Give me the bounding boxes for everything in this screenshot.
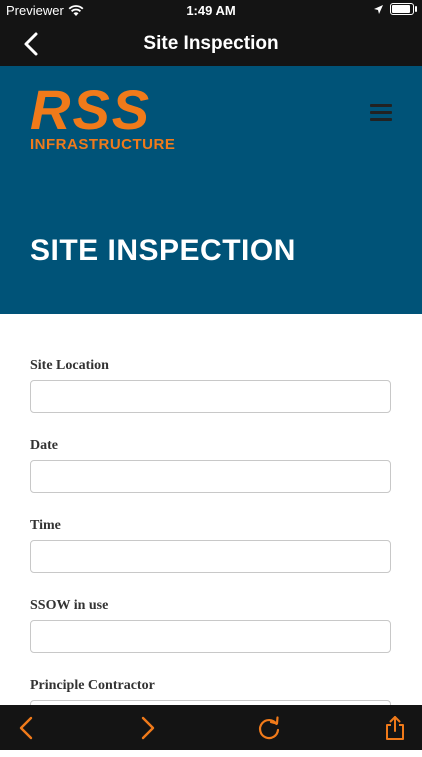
field-date: Date (30, 437, 392, 517)
share-icon[interactable] (382, 715, 408, 741)
nav-title: Site Inspection (143, 33, 279, 54)
location-arrow-icon (374, 4, 383, 14)
ssow-input[interactable] (30, 620, 391, 653)
reload-icon[interactable] (256, 715, 282, 741)
navigation-bar: Site Inspection (0, 22, 422, 66)
rss-logo[interactable]: RSS INFRASTRUCTURE (30, 78, 176, 154)
field-label: Site Location (30, 358, 109, 373)
date-input[interactable] (30, 460, 391, 493)
battery-icon (390, 3, 417, 15)
time-input[interactable] (30, 540, 391, 573)
field-site-location: Site Location (30, 357, 392, 437)
forward-arrow-icon[interactable] (134, 715, 160, 741)
hamburger-menu-icon[interactable] (370, 104, 392, 122)
page-title: SITE INSPECTION (30, 234, 296, 267)
field-label: Date (30, 438, 58, 453)
field-time: Time (30, 517, 392, 597)
site-location-input[interactable] (30, 380, 391, 413)
hero-header: RSS INFRASTRUCTURE SITE INSPECTION (0, 66, 422, 314)
logo-main-text: RSS (30, 78, 152, 141)
status-time: 1:49 AM (186, 3, 236, 18)
bottom-toolbar (0, 705, 422, 750)
field-ssow: SSOW in use (30, 597, 392, 677)
site-inspection-form: Site Location Date Time SSOW in use Prin… (30, 357, 392, 757)
back-arrow-icon[interactable] (14, 715, 40, 741)
status-bar: Previewer 1:49 AM (0, 0, 422, 22)
field-label: SSOW in use (30, 598, 109, 613)
logo-sub-text: INFRASTRUCTURE (30, 136, 176, 153)
status-right (373, 3, 417, 15)
field-label: Time (30, 518, 61, 533)
field-label: Principle Contractor (30, 678, 155, 693)
